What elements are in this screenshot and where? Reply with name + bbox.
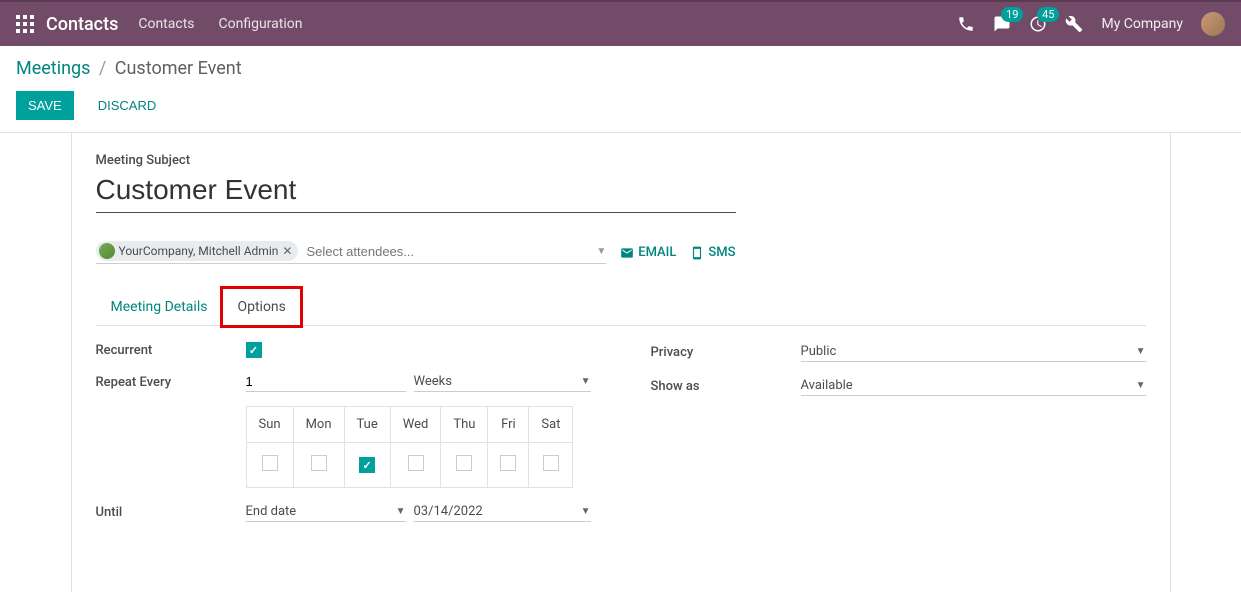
privacy-select[interactable]: Public ▼: [801, 342, 1146, 362]
sms-label: SMS: [708, 245, 735, 260]
until-type-select[interactable]: End date ▼: [246, 502, 406, 522]
privacy-value: Public: [801, 344, 837, 359]
attendee-tag-label: YourCompany, Mitchell Admin: [119, 244, 279, 258]
sms-button[interactable]: SMS: [690, 245, 735, 260]
repeat-unit-select[interactable]: Weeks ▼: [414, 372, 591, 392]
tag-remove-icon[interactable]: ✕: [282, 244, 292, 258]
day-header: Sat: [529, 407, 573, 443]
chevron-down-icon[interactable]: ▼: [596, 246, 606, 257]
subject-input[interactable]: [96, 172, 736, 213]
email-label: EMAIL: [638, 245, 676, 260]
until-date-value: 03/14/2022: [414, 504, 483, 519]
chevron-down-icon: ▼: [1136, 346, 1146, 357]
showas-label: Show as: [651, 379, 801, 394]
breadcrumb-parent[interactable]: Meetings: [16, 58, 90, 79]
day-sun-checkbox[interactable]: [262, 455, 278, 471]
debug-icon[interactable]: [1065, 15, 1083, 33]
tab-meeting-details[interactable]: Meeting Details: [96, 288, 223, 326]
chevron-down-icon: ▼: [581, 506, 591, 517]
until-date-input[interactable]: 03/14/2022 ▼: [414, 502, 591, 522]
attendee-field[interactable]: YourCompany, Mitchell Admin ✕ ▼: [96, 241, 607, 264]
form-sheet: Meeting Subject YourCompany, Mitchell Ad…: [71, 133, 1171, 592]
showas-value: Available: [801, 378, 853, 393]
day-wed-checkbox[interactable]: [408, 455, 424, 471]
day-header: Fri: [488, 407, 529, 443]
day-mon-checkbox[interactable]: [311, 455, 327, 471]
discard-button[interactable]: DISCARD: [86, 91, 169, 120]
day-header: Mon: [293, 407, 344, 443]
repeat-interval-input[interactable]: [246, 372, 406, 392]
day-header: Tue: [344, 407, 390, 443]
apps-icon[interactable]: [16, 15, 34, 33]
attendee-input[interactable]: [304, 242, 596, 261]
until-label: Until: [96, 505, 246, 520]
chat-badge: 19: [1001, 7, 1023, 22]
tab-options[interactable]: Options: [222, 288, 300, 326]
subject-label: Meeting Subject: [96, 153, 1146, 168]
breadcrumb-current: Customer Event: [115, 58, 242, 79]
repeat-label: Repeat Every: [96, 375, 246, 390]
until-type-value: End date: [246, 504, 297, 519]
day-header: Thu: [441, 407, 488, 443]
attendee-tag: YourCompany, Mitchell Admin ✕: [96, 241, 299, 261]
breadcrumb: Meetings / Customer Event: [16, 58, 1225, 79]
phone-icon[interactable]: [957, 15, 975, 33]
day-thu-checkbox[interactable]: [456, 455, 472, 471]
avatar[interactable]: [1201, 12, 1225, 36]
email-button[interactable]: EMAIL: [620, 245, 676, 260]
tabs: Meeting Details Options: [96, 288, 1146, 326]
repeat-unit-value: Weeks: [414, 374, 452, 389]
brand-name[interactable]: Contacts: [46, 14, 118, 35]
tab-options-content: Recurrent Repeat Every Weeks ▼: [96, 326, 1146, 552]
privacy-label: Privacy: [651, 345, 801, 360]
recurrent-label: Recurrent: [96, 343, 246, 358]
day-header: Wed: [390, 407, 441, 443]
showas-select[interactable]: Available ▼: [801, 376, 1146, 396]
company-name[interactable]: My Company: [1101, 16, 1183, 32]
weekday-table: Sun Mon Tue Wed Thu Fri Sat: [246, 406, 574, 488]
chat-icon[interactable]: 19: [993, 15, 1011, 33]
day-sat-checkbox[interactable]: [543, 455, 559, 471]
tag-avatar-icon: [99, 243, 115, 259]
chevron-down-icon: ▼: [1136, 380, 1146, 391]
nav-link-contacts[interactable]: Contacts: [138, 16, 194, 32]
nav-link-configuration[interactable]: Configuration: [219, 16, 303, 32]
day-header: Sun: [246, 407, 293, 443]
day-fri-checkbox[interactable]: [500, 455, 516, 471]
activity-icon[interactable]: 45: [1029, 15, 1047, 33]
save-button[interactable]: SAVE: [16, 91, 74, 120]
day-tue-checkbox[interactable]: [359, 457, 375, 473]
recurrent-checkbox[interactable]: [246, 342, 262, 358]
chevron-down-icon: ▼: [396, 506, 406, 517]
breadcrumb-sep: /: [99, 58, 106, 79]
navbar: Contacts Contacts Configuration 19 45 My…: [0, 0, 1241, 46]
activity-badge: 45: [1037, 7, 1059, 22]
chevron-down-icon: ▼: [581, 376, 591, 387]
